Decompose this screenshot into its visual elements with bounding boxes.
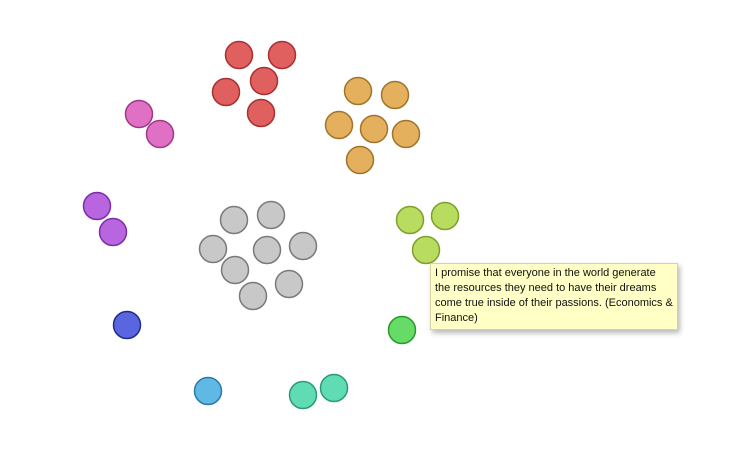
bubble[interactable] <box>274 269 304 299</box>
bubble[interactable] <box>288 231 318 261</box>
bubble[interactable] <box>288 380 318 410</box>
bubble[interactable] <box>246 98 276 128</box>
bubble[interactable] <box>238 281 268 311</box>
bubble[interactable] <box>391 119 421 149</box>
bubble[interactable] <box>319 373 349 403</box>
bubble[interactable] <box>395 205 425 235</box>
bubble[interactable] <box>211 77 241 107</box>
bubble[interactable] <box>124 99 154 129</box>
bubble[interactable] <box>98 217 128 247</box>
bubble[interactable] <box>82 191 112 221</box>
bubble[interactable] <box>430 201 460 231</box>
bubble[interactable] <box>256 200 286 230</box>
bubble[interactable] <box>411 235 441 265</box>
cluster-gray <box>198 200 318 311</box>
bubble-canvas <box>82 40 460 410</box>
cluster-red <box>211 40 297 128</box>
tooltip-text: I promise that everyone in the world gen… <box>435 267 673 324</box>
bubble[interactable] <box>224 40 254 70</box>
bubble[interactable] <box>112 310 142 340</box>
bubble[interactable] <box>198 234 228 264</box>
cluster-skyblue <box>193 376 223 406</box>
bubble[interactable] <box>324 110 354 140</box>
bubble[interactable] <box>359 114 389 144</box>
bubble[interactable] <box>343 76 373 106</box>
cluster-green <box>387 315 417 345</box>
bubble[interactable] <box>193 376 223 406</box>
bubble[interactable] <box>220 255 250 285</box>
cluster-teal <box>288 373 349 410</box>
bubble[interactable] <box>267 40 297 70</box>
bubble[interactable] <box>387 315 417 345</box>
tooltip: I promise that everyone in the world gen… <box>430 263 678 330</box>
cluster-blue <box>112 310 142 340</box>
bubble[interactable] <box>249 66 279 96</box>
bubble[interactable] <box>219 205 249 235</box>
bubble[interactable] <box>145 119 175 149</box>
bubble[interactable] <box>345 145 375 175</box>
cluster-purple <box>82 191 128 247</box>
cluster-orange <box>324 76 421 175</box>
cluster-lime <box>395 201 460 265</box>
bubble[interactable] <box>252 235 282 265</box>
bubble[interactable] <box>380 80 410 110</box>
cluster-pink <box>124 99 175 149</box>
